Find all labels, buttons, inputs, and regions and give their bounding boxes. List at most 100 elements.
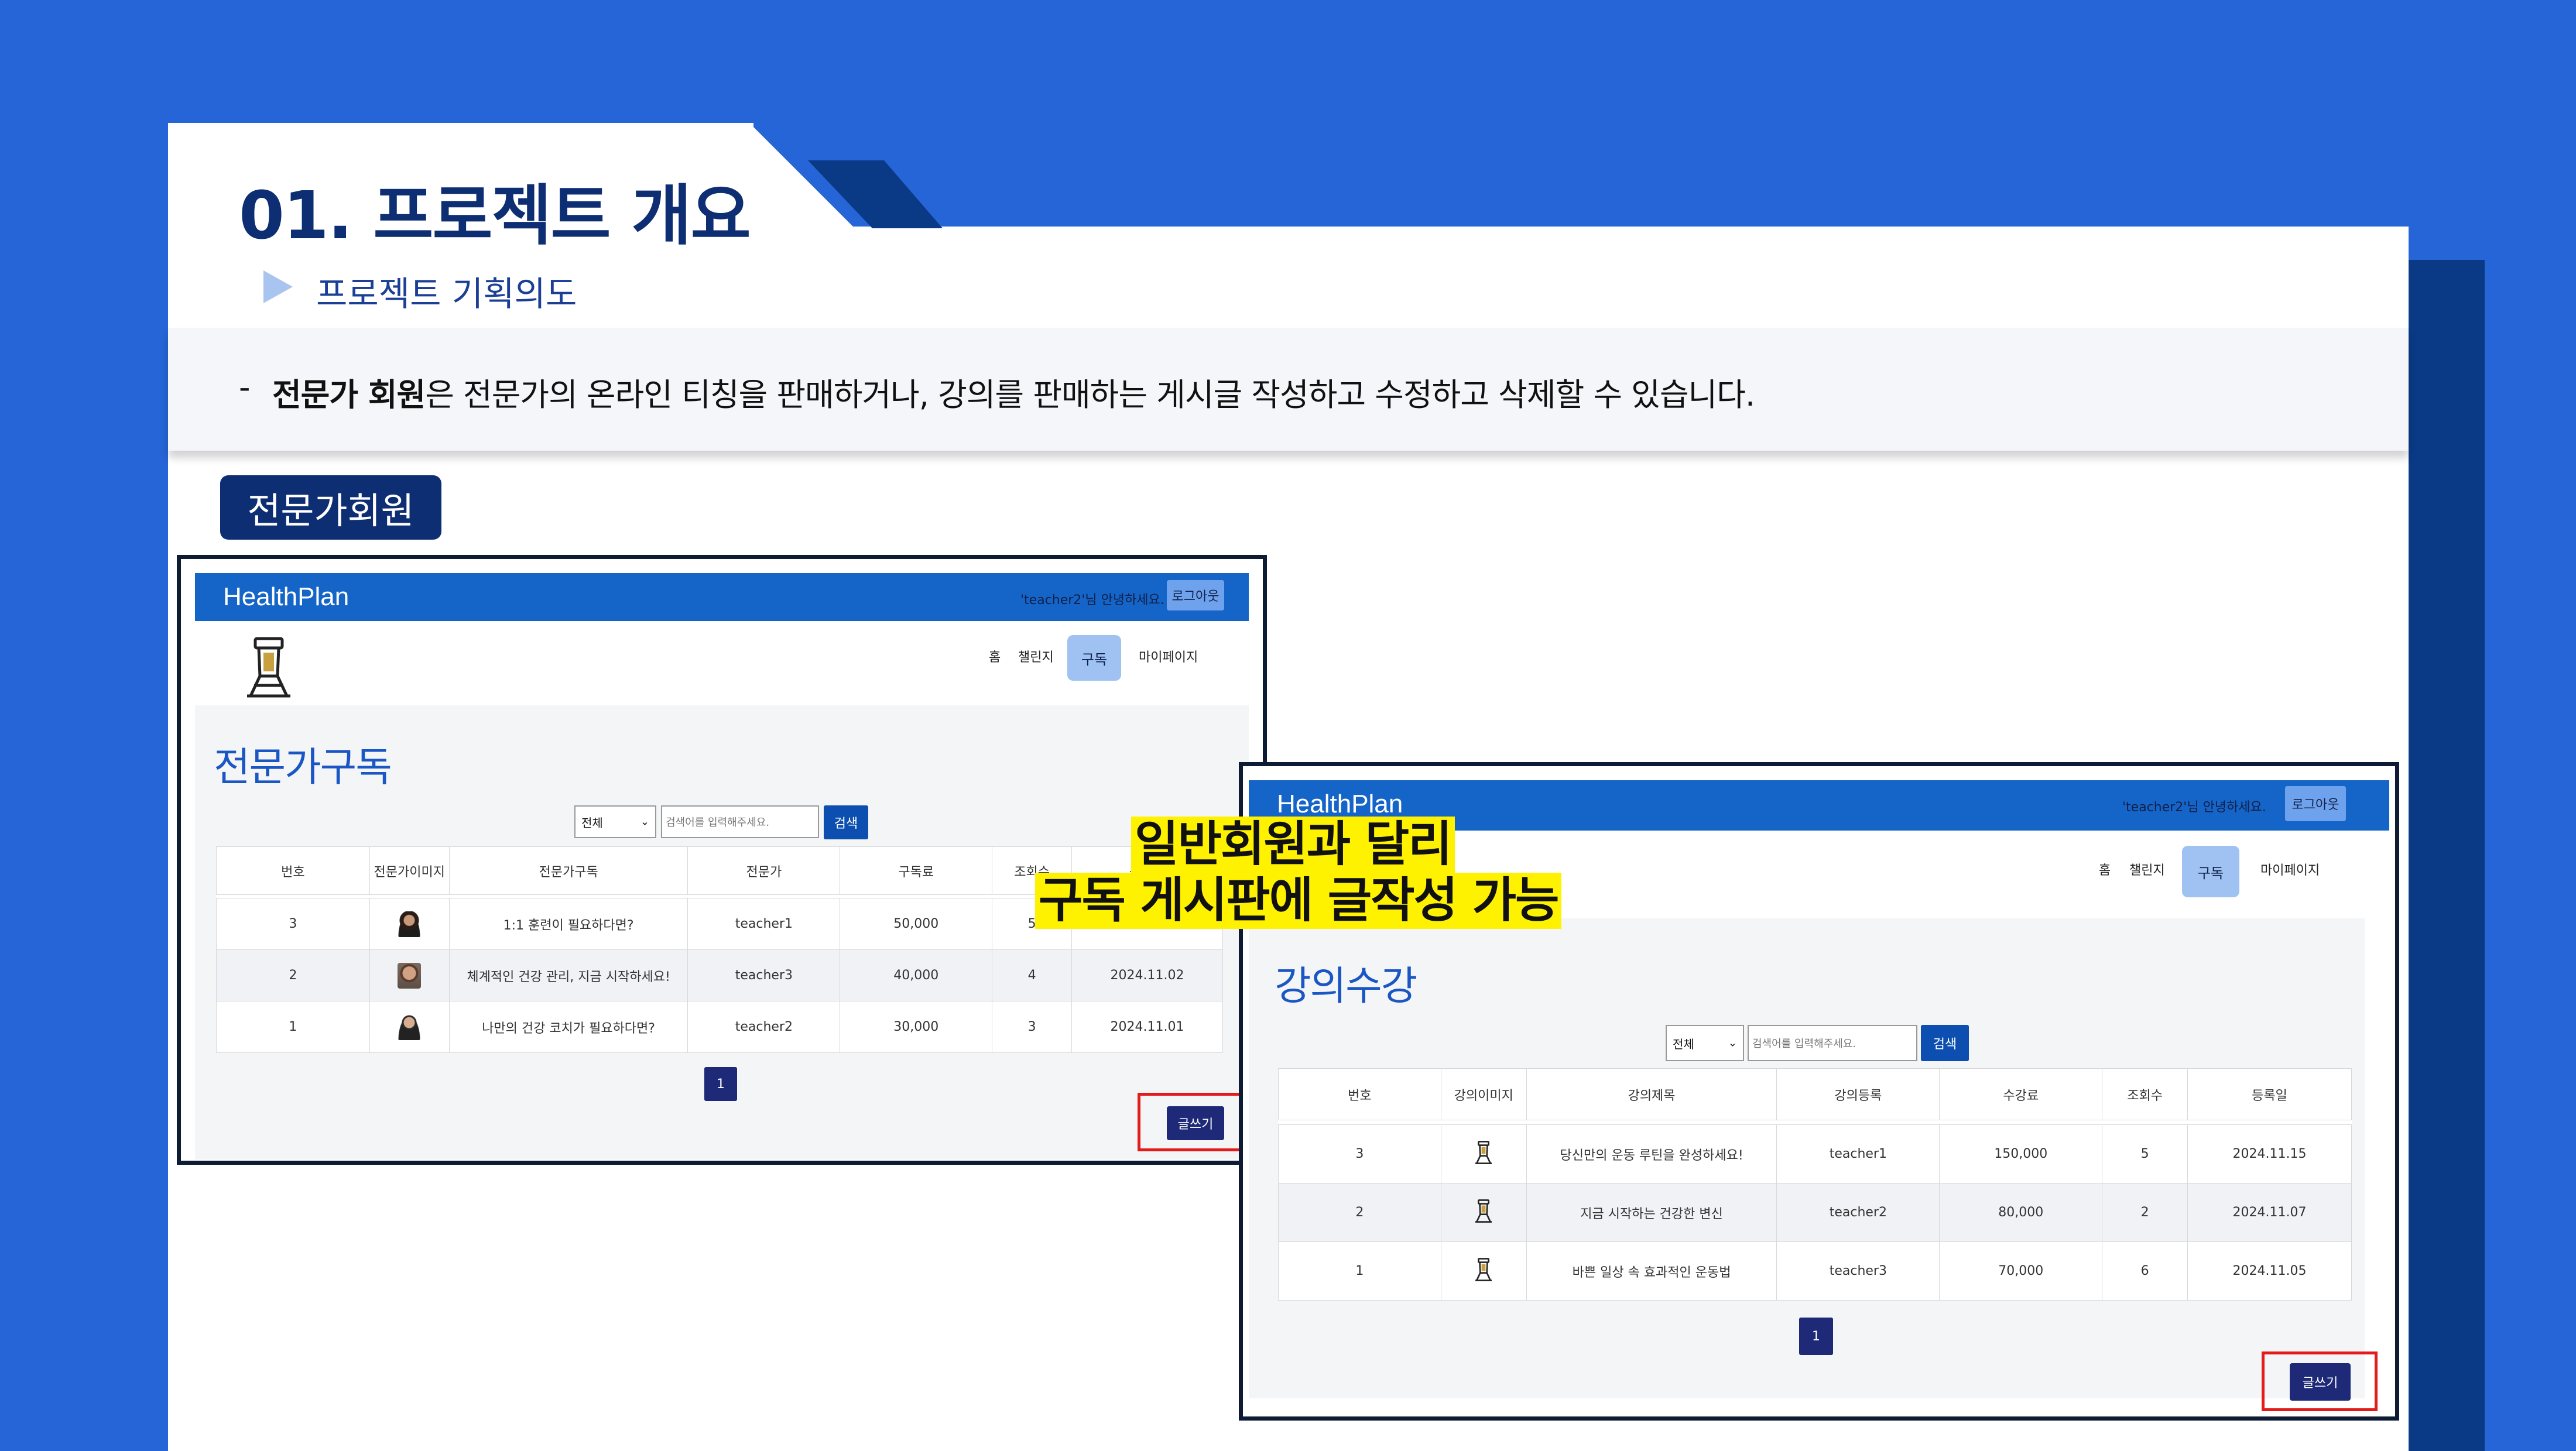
- logout-button[interactable]: 로그아웃: [1167, 580, 1224, 610]
- cell-views: 3: [992, 1001, 1073, 1053]
- header-title: 전문가구독: [448, 846, 688, 895]
- chevron-down-icon: ⌄: [640, 815, 649, 828]
- cell-views: 5: [2102, 1124, 2188, 1184]
- triangle-bullet-icon: [263, 270, 293, 303]
- write-button[interactable]: 글쓰기: [1167, 1106, 1224, 1140]
- page-title: 전문가구독: [214, 745, 392, 791]
- cell-teacher: teacher1: [1776, 1124, 1940, 1184]
- role-badge: 전문가회원: [220, 475, 441, 540]
- cell-title[interactable]: 지금 시작하는 건강한 변신: [1526, 1183, 1777, 1242]
- header-views: 조회수: [2102, 1068, 2188, 1120]
- note-line-1: 일반회원과 달리: [1131, 817, 1455, 873]
- cell-date: 2024.11.01: [1071, 1001, 1223, 1053]
- header-expert: 전문가: [687, 846, 841, 895]
- expert-photo-icon: [398, 1014, 422, 1040]
- cell-image: [369, 949, 450, 1001]
- cell-fee: 30,000: [840, 1001, 993, 1053]
- nav-subscribe-active[interactable]: 구독: [2182, 846, 2239, 897]
- expert-photo-icon: [398, 911, 422, 937]
- brand-logo-text[interactable]: HealthPlan: [223, 582, 349, 612]
- cell-date: 2024.11.02: [1071, 949, 1223, 1001]
- table-row[interactable]: 3 당신만의 운동 루틴을 완성하세요! teacher1 150,000 5 …: [1278, 1124, 2352, 1184]
- table-header-row: 번호 강의이미지 강의제목 강의등록 수강료 조회수 등록일: [1278, 1068, 2352, 1120]
- cell-image: [369, 1001, 450, 1053]
- nav-challenge[interactable]: 챌린지: [1018, 647, 1054, 666]
- search-button[interactable]: 검색: [1921, 1025, 1969, 1061]
- cell-no: 3: [1278, 1124, 1441, 1184]
- slide-shadow-block: [2409, 260, 2485, 1451]
- nav-subscribe-active[interactable]: 구독: [1067, 635, 1121, 681]
- filter-select[interactable]: 전체 ⌄: [574, 805, 656, 838]
- cell-no: 2: [216, 949, 370, 1001]
- nav-mypage[interactable]: 마이페이지: [1139, 647, 1198, 666]
- cell-expert: teacher1: [687, 898, 841, 950]
- cell-teacher: teacher2: [1776, 1183, 1940, 1242]
- nav-home[interactable]: 홈: [989, 647, 1001, 666]
- cell-title[interactable]: 체계적인 건강 관리, 지금 시작하세요!: [448, 949, 688, 1001]
- cell-title[interactable]: 나만의 건강 코치가 필요하다면?: [448, 1001, 688, 1053]
- cell-no: 3: [216, 898, 370, 950]
- filter-select[interactable]: 전체 ⌄: [1666, 1025, 1744, 1061]
- expert-photo-icon: [398, 962, 422, 989]
- search-input[interactable]: 검색어를 입력해주세요.: [1748, 1025, 1917, 1061]
- cell-image: [1440, 1183, 1527, 1242]
- page-title: 강의수강: [1275, 963, 1417, 1010]
- header-title: 강의제목: [1526, 1068, 1777, 1120]
- cell-date: 2024.11.07: [2187, 1183, 2352, 1242]
- page-button[interactable]: 1: [704, 1067, 737, 1101]
- cell-views: 4: [992, 949, 1073, 1001]
- cell-title[interactable]: 당신만의 운동 루틴을 완성하세요!: [1526, 1124, 1777, 1184]
- cell-views: 2: [2102, 1183, 2188, 1242]
- cell-fee: 70,000: [1939, 1241, 2103, 1301]
- cell-teacher: teacher3: [1776, 1241, 1940, 1301]
- nav-challenge[interactable]: 챌린지: [2129, 860, 2165, 879]
- table-row[interactable]: 1 바쁜 일상 속 효과적인 운동법 teacher3 70,000 6 202…: [1278, 1241, 2352, 1301]
- greeting-text: 'teacher2'님 안녕하세요.: [2122, 800, 2266, 815]
- filter-value: 전체: [1673, 1037, 1694, 1051]
- slide-heading: 01. 프로젝트 개요: [239, 178, 751, 254]
- write-button[interactable]: 글쓰기: [2290, 1363, 2351, 1401]
- cell-title[interactable]: 바쁜 일상 속 효과적인 운동법: [1526, 1241, 1777, 1301]
- table-row[interactable]: 1 나만의 건강 코치가 필요하다면? teacher2 30,000 3 20…: [216, 1001, 1223, 1053]
- nav-home[interactable]: 홈: [2099, 860, 2111, 879]
- nav-mypage[interactable]: 마이페이지: [2260, 860, 2320, 879]
- cell-image: [1440, 1124, 1527, 1184]
- cell-fee: 40,000: [840, 949, 993, 1001]
- brand-logo-text[interactable]: HealthPlan: [1277, 790, 1403, 819]
- table-row[interactable]: 2 체계적인 건강 관리, 지금 시작하세요! teacher3 40,000 …: [216, 949, 1223, 1001]
- header-image: 강의이미지: [1440, 1068, 1527, 1120]
- description-bold: 전문가 회원: [272, 376, 426, 413]
- cell-image: [369, 898, 450, 950]
- kettlebell-trophy-icon[interactable]: [242, 635, 295, 699]
- cell-no: 2: [1278, 1183, 1441, 1242]
- cell-fee: 50,000: [840, 898, 993, 950]
- filter-value: 전체: [581, 815, 603, 830]
- highlight-note: 일반회원과 달리 구독 게시판에 글작성 가능: [1035, 817, 1562, 929]
- page-button[interactable]: 1: [1799, 1318, 1833, 1355]
- cell-title[interactable]: 1:1 훈련이 필요하다면?: [448, 898, 688, 950]
- cell-date: 2024.11.05: [2187, 1241, 2352, 1301]
- cell-views: 6: [2102, 1241, 2188, 1301]
- header-image: 전문가이미지: [369, 846, 450, 895]
- cell-no: 1: [1278, 1241, 1441, 1301]
- kettlebell-trophy-icon: [1475, 1140, 1492, 1164]
- note-line-2: 구독 게시판에 글작성 가능: [1035, 873, 1562, 929]
- cell-expert: teacher3: [687, 949, 841, 1001]
- search-input[interactable]: 검색어를 입력해주세요.: [661, 805, 819, 838]
- chevron-down-icon: ⌄: [1728, 1037, 1737, 1049]
- search-button[interactable]: 검색: [824, 805, 868, 839]
- description-dash: -: [239, 369, 251, 406]
- cell-image: [1440, 1241, 1527, 1301]
- slide-subtitle: 프로젝트 기획의도: [316, 274, 577, 314]
- logout-button[interactable]: 로그아웃: [2285, 786, 2346, 821]
- description-text: 전문가 회원은 전문가의 온라인 티칭을 판매하거나, 강의를 판매하는 게시글…: [272, 369, 1755, 415]
- header-teacher: 강의등록: [1776, 1068, 1940, 1120]
- header-no: 번호: [1278, 1068, 1441, 1120]
- title-tab-corner: [749, 123, 943, 228]
- top-bar: HealthPlan 'teacher2'님 안녕하세요. 로그아웃: [195, 573, 1249, 621]
- header-date: 등록일: [2187, 1068, 2352, 1120]
- description-rest: 은 전문가의 온라인 티칭을 판매하거나, 강의를 판매하는 게시글 작성하고 …: [425, 376, 1755, 413]
- cell-fee: 80,000: [1939, 1183, 2103, 1242]
- cell-date: 2024.11.15: [2187, 1124, 2352, 1184]
- table-row[interactable]: 2 지금 시작하는 건강한 변신 teacher2 80,000 2 2024.…: [1278, 1183, 2352, 1242]
